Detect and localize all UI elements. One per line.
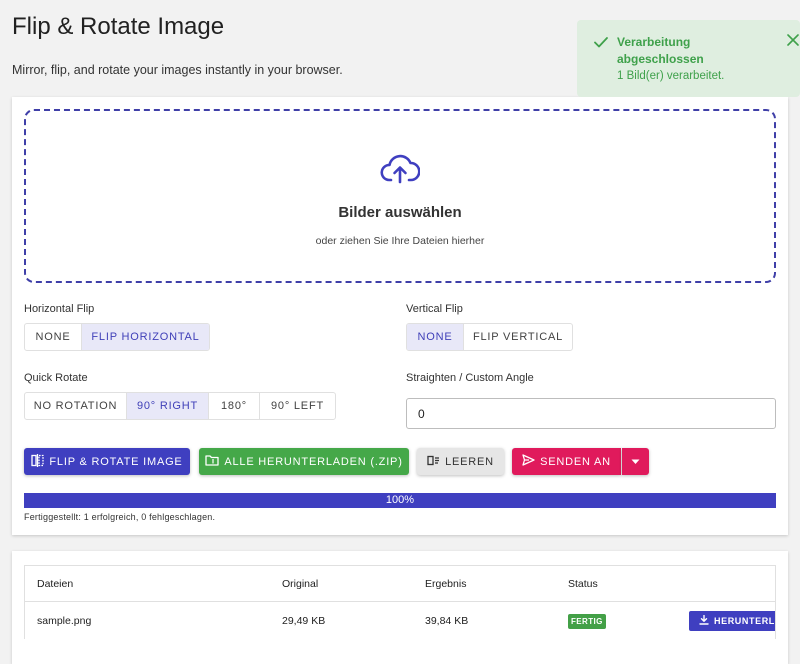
custom-angle-input[interactable] bbox=[406, 398, 776, 429]
hflip-none-option[interactable]: NONE bbox=[25, 324, 82, 350]
status-badge: FERTIG bbox=[568, 614, 606, 629]
row-download-label: HERUNTERLADEN bbox=[714, 616, 775, 626]
toast-message: 1 Bild(er) verarbeitet. bbox=[617, 70, 725, 82]
rotate-90-left-option[interactable]: 90° LEFT bbox=[260, 393, 335, 419]
horizontal-flip-label: Horizontal Flip bbox=[24, 303, 95, 315]
original-size-cell: 29,49 KB bbox=[282, 615, 326, 627]
status-cell: FERTIG bbox=[568, 614, 606, 629]
download-all-zip-label: ALLE HERUNTERLADEN (.ZIP) bbox=[224, 455, 403, 468]
column-header-files: Dateien bbox=[37, 577, 74, 590]
rotate-180-option[interactable]: 180° bbox=[209, 393, 260, 419]
results-card: Dateien Original Ergebnis Status sample.… bbox=[12, 551, 788, 664]
vertical-flip-group: NONE FLIP VERTICAL bbox=[406, 323, 573, 351]
quick-rotate-label: Quick Rotate bbox=[24, 372, 88, 384]
dropzone-title: Bilder auswählen bbox=[338, 204, 462, 221]
progress-status-text: Fertiggestellt: 1 erfolgreich, 0 fehlges… bbox=[24, 512, 216, 522]
caret-down-icon bbox=[631, 456, 640, 468]
column-header-status: Status bbox=[568, 577, 598, 590]
send-to-button[interactable]: SENDEN AN bbox=[512, 448, 621, 475]
send-to-button-label: SENDEN AN bbox=[540, 455, 611, 468]
close-icon[interactable] bbox=[787, 33, 799, 51]
toast-title: Verarbeitung abgeschlossen bbox=[617, 35, 704, 66]
file-name-cell: sample.png bbox=[37, 615, 92, 627]
column-header-result: Ergebnis bbox=[425, 577, 467, 590]
clear-list-icon bbox=[427, 455, 440, 469]
rotate-90-right-option[interactable]: 90° RIGHT bbox=[127, 393, 209, 419]
clear-button[interactable]: LEEREN bbox=[417, 448, 504, 475]
hflip-flip-horizontal-option[interactable]: FLIP HORIZONTAL bbox=[82, 324, 209, 350]
progress-percent: 100% bbox=[385, 494, 415, 506]
flip-rotate-button[interactable]: FLIP & ROTATE IMAGE bbox=[24, 448, 190, 475]
result-size-cell: 39,84 KB bbox=[425, 615, 469, 627]
dropzone[interactable]: Bilder auswählen oder ziehen Sie Ihre Da… bbox=[24, 109, 776, 283]
download-all-zip-button[interactable]: ALLE HERUNTERLADEN (.ZIP) bbox=[199, 448, 409, 475]
send-icon bbox=[522, 454, 535, 469]
rotate-none-option[interactable]: NO ROTATION bbox=[25, 393, 127, 419]
quick-rotate-group: NO ROTATION 90° RIGHT 180° 90° LEFT bbox=[24, 392, 336, 420]
main-card: Bilder auswählen oder ziehen Sie Ihre Da… bbox=[12, 97, 788, 535]
folder-zip-icon bbox=[205, 454, 219, 469]
check-icon bbox=[594, 35, 608, 53]
table-header: Dateien Original Ergebnis Status bbox=[25, 566, 775, 602]
table-row: sample.png 29,49 KB 39,84 KB FERTIG HERU… bbox=[25, 603, 775, 639]
page-subtitle: Mirror, flip, and rotate your images ins… bbox=[12, 63, 343, 77]
row-download-button[interactable]: HERUNTERLADEN bbox=[689, 611, 775, 631]
success-toast: Verarbeitung abgeschlossen 1 Bild(er) ve… bbox=[577, 20, 800, 97]
vertical-flip-label: Vertical Flip bbox=[406, 303, 463, 315]
cloud-upload-icon bbox=[380, 153, 421, 190]
send-to-dropdown-button[interactable] bbox=[622, 448, 649, 475]
vflip-flip-vertical-option[interactable]: FLIP VERTICAL bbox=[464, 324, 572, 350]
vflip-none-option[interactable]: NONE bbox=[407, 324, 464, 350]
horizontal-flip-group: NONE FLIP HORIZONTAL bbox=[24, 323, 210, 351]
custom-angle-label: Straighten / Custom Angle bbox=[406, 372, 534, 384]
page-title: Flip & Rotate Image bbox=[12, 13, 225, 40]
clear-button-label: LEEREN bbox=[445, 455, 494, 468]
flip-icon bbox=[31, 453, 45, 470]
column-header-original: Original bbox=[282, 577, 319, 590]
download-icon bbox=[699, 614, 709, 627]
results-table: Dateien Original Ergebnis Status sample.… bbox=[24, 565, 776, 639]
flip-rotate-button-label: FLIP & ROTATE IMAGE bbox=[49, 455, 183, 468]
progress-bar: 100% bbox=[24, 493, 776, 508]
dropzone-subtitle: oder ziehen Sie Ihre Dateien hierher bbox=[315, 235, 485, 247]
